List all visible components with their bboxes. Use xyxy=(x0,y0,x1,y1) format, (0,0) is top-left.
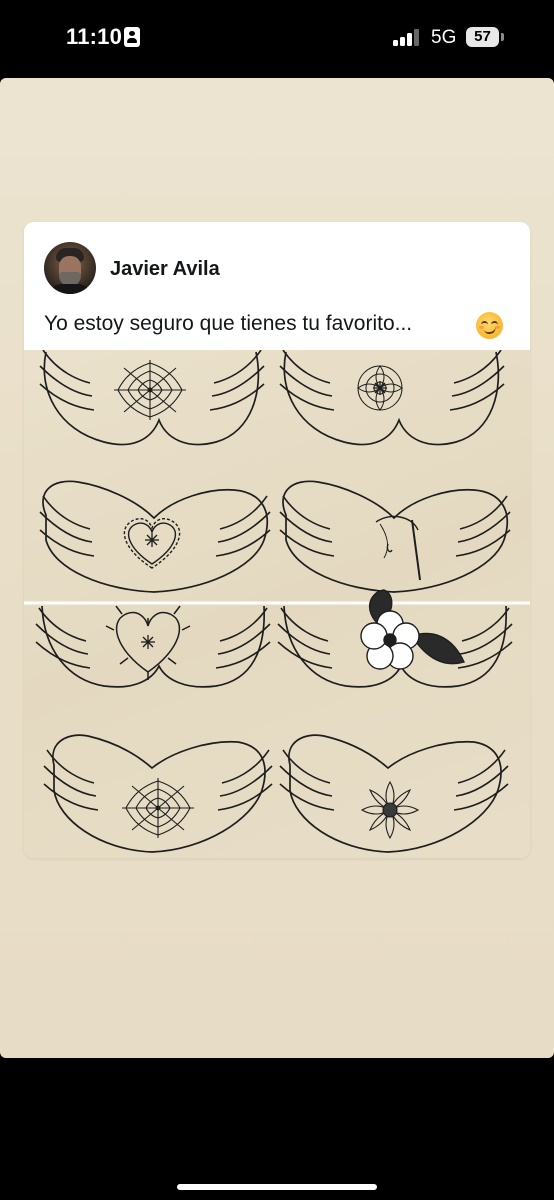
post-card[interactable]: Javier Avila Yo estoy seguro que tienes … xyxy=(24,222,530,858)
post-image[interactable] xyxy=(24,350,530,858)
post-header: Javier Avila Yo estoy seguro que tienes … xyxy=(24,222,530,350)
tattoo-designs-illustration xyxy=(24,350,530,853)
post-text: Yo estoy seguro que tienes tu favorito..… xyxy=(44,312,413,335)
home-indicator[interactable] xyxy=(177,1184,377,1190)
id-card-icon xyxy=(124,27,140,47)
battery-icon: 57 xyxy=(466,27,499,47)
status-time: 11:10 xyxy=(66,24,123,49)
status-bar: 11:10 5G 57 xyxy=(0,0,554,78)
network-type: 5G xyxy=(431,27,457,48)
battery-cap xyxy=(501,33,504,41)
avatar[interactable] xyxy=(44,242,96,294)
author-name[interactable]: Javier Avila xyxy=(110,258,220,281)
smirking-face-emoji-icon xyxy=(476,312,503,339)
signal-icon xyxy=(393,28,423,46)
